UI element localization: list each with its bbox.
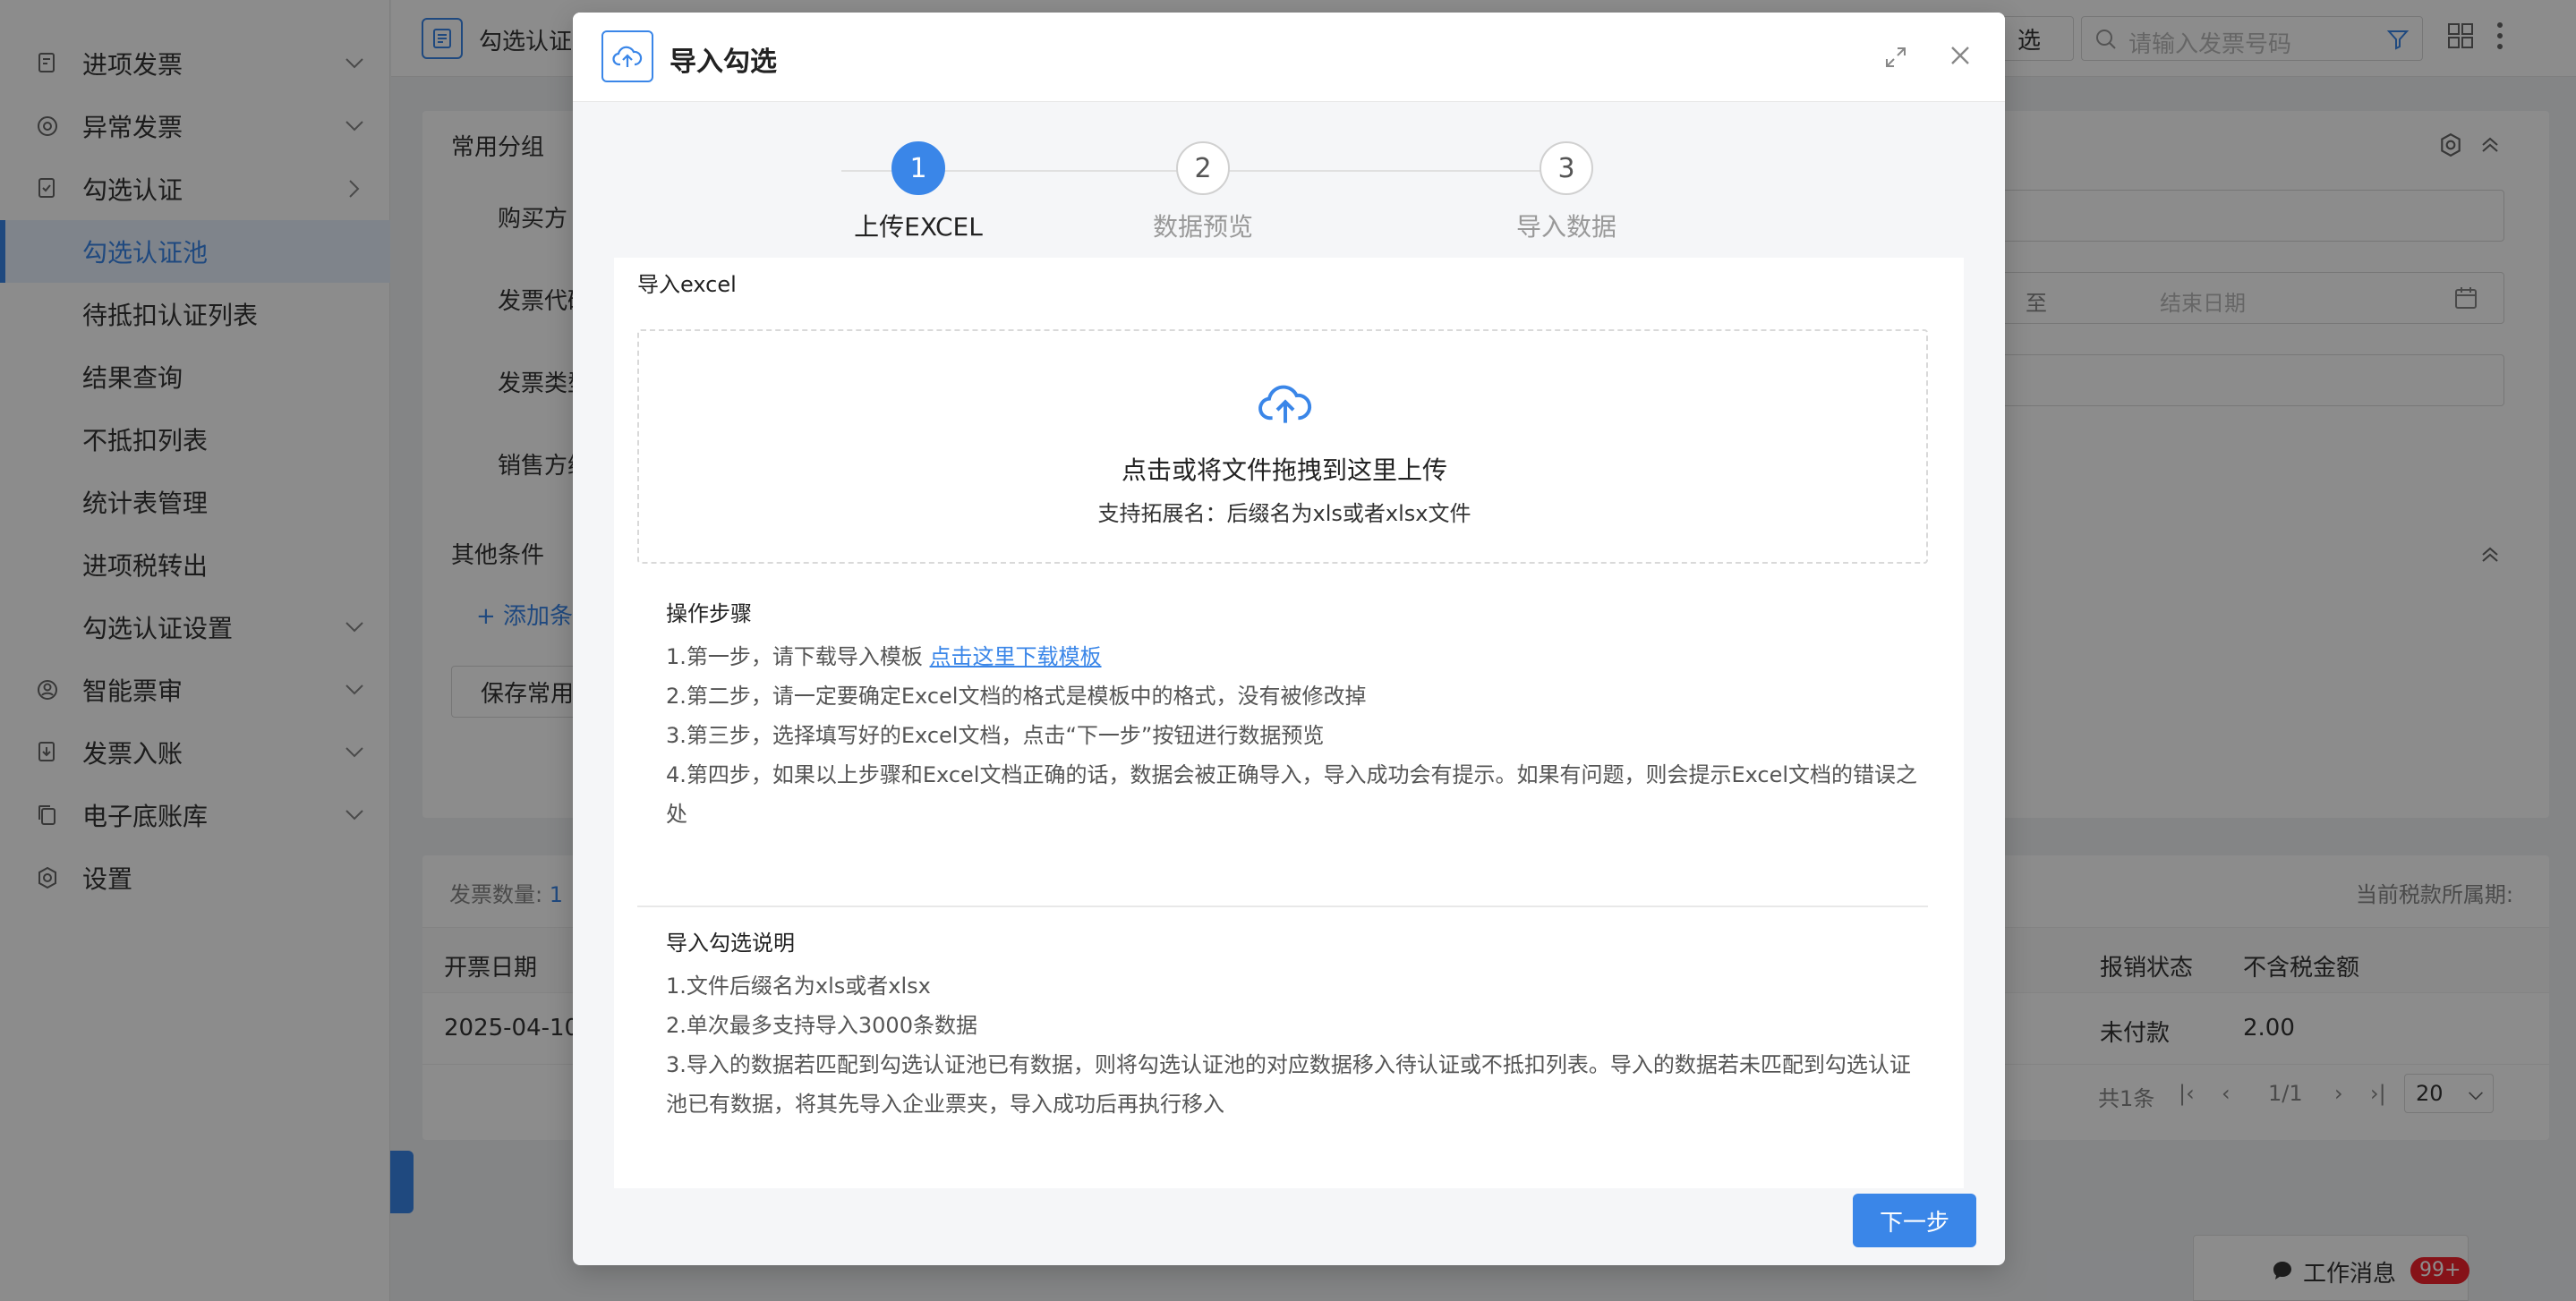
step-number: 1 [891, 141, 945, 195]
note-2: 2.单次最多支持导入3000条数据 [666, 1013, 977, 1038]
upload-text: 点击或将文件拖拽到这里上传 [1121, 455, 1447, 485]
step-label: 导入数据 [1515, 212, 1616, 242]
step-number: 2 [1176, 141, 1230, 195]
operation-steps: 操作步骤 1.第一步，请下载导入模板 点击这里下载模板 2.第二步，请一定要确定… [666, 591, 1919, 834]
close-icon[interactable] [1948, 43, 1973, 74]
steps-title: 操作步骤 [666, 601, 752, 626]
modal-body: 导入excel 点击或将文件拖拽到这里上传 支持拓展名：后缀名为xls或者xls… [614, 258, 1964, 1188]
instruction-step-3: 3.第三步，选择填写好的Excel文档，点击“下一步”按钮进行数据预览 [666, 723, 1325, 748]
import-modal: 导入勾选 1 上传EXCEL 2 数据预览 3 导入数据 导入excel 点击或… [573, 13, 2005, 1265]
step1-text: 1.第一步，请下载导入模板 [666, 644, 930, 669]
step-number: 3 [1540, 141, 1593, 195]
modal-header: 导入勾选 [573, 13, 2005, 102]
import-notes: 导入勾选说明 1.文件后缀名为xls或者xlsx 2.单次最多支持导入3000条… [666, 920, 1919, 1124]
step-indicator: 1 上传EXCEL 2 数据预览 3 导入数据 [573, 102, 2005, 245]
upload-cloud-icon [1257, 379, 1314, 434]
modal-title: 导入勾选 [670, 47, 777, 78]
step-upload: 1 上传EXCEL [811, 141, 1026, 243]
upload-hint: 支持拓展名：后缀名为xls或者xlsx文件 [1097, 501, 1471, 526]
upload-cloud-icon [601, 30, 653, 82]
step-preview: 2 数据预览 [1096, 141, 1310, 243]
divider [637, 906, 1928, 907]
note-3: 3.导入的数据若匹配到勾选认证池已有数据，则将勾选认证池的对应数据移入待认证或不… [666, 1052, 1911, 1117]
instruction-step-4: 4.第四步，如果以上步骤和Excel文档正确的话，数据会被正确导入，导入成功会有… [666, 762, 1918, 827]
note-1: 1.文件后缀名为xls或者xlsx [666, 974, 931, 999]
file-upload-dropzone[interactable]: 点击或将文件拖拽到这里上传 支持拓展名：后缀名为xls或者xlsx文件 [637, 329, 1928, 564]
step-label: 上传EXCEL [854, 212, 983, 242]
instruction-step-1: 1.第一步，请下载导入模板 点击这里下载模板 [666, 637, 1919, 676]
expand-icon[interactable] [1883, 45, 1908, 76]
step-label: 数据预览 [1152, 212, 1253, 242]
next-step-button[interactable]: 下一步 [1853, 1194, 1976, 1247]
step-import: 3 导入数据 [1459, 141, 1674, 243]
section-title: 导入excel [637, 272, 737, 297]
download-template-link[interactable]: 点击这里下载模板 [930, 644, 1102, 669]
instruction-step-2: 2.第二步，请一定要确定Excel文档的格式是模板中的格式，没有被修改掉 [666, 684, 1367, 709]
notes-title: 导入勾选说明 [666, 931, 795, 956]
